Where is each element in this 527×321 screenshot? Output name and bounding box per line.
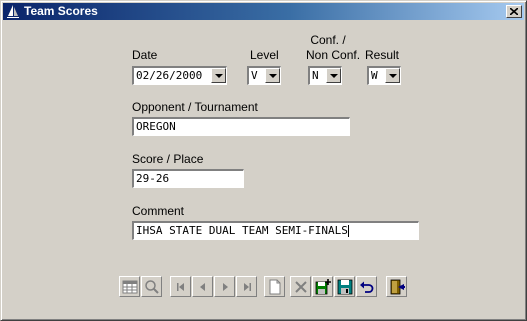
next-record-button[interactable] [214, 276, 235, 297]
result-label: Result [365, 48, 400, 62]
exit-icon [390, 279, 405, 295]
last-record-icon [244, 283, 251, 291]
comment-field[interactable]: IHSA STATE DUAL TEAM SEMI-FINALS [132, 221, 419, 240]
title-bar: Team Scores [3, 3, 524, 20]
level-dropdown-button[interactable] [265, 68, 280, 83]
prev-record-button[interactable] [192, 276, 213, 297]
sail-icon [7, 5, 19, 18]
search-icon [145, 280, 159, 294]
conf-label-line1: Conf. / [310, 33, 346, 47]
next-record-icon [223, 283, 228, 291]
close-icon [510, 8, 518, 15]
conf-dropdown-button[interactable] [326, 68, 341, 83]
search-button[interactable] [141, 276, 162, 297]
text-cursor [347, 225, 349, 237]
first-record-icon [177, 283, 184, 291]
save-icon [337, 279, 353, 295]
comment-value: IHSA STATE DUAL TEAM SEMI-FINALS [136, 224, 348, 237]
result-combo[interactable]: W [367, 66, 401, 85]
level-value: V [251, 69, 258, 82]
exit-button[interactable] [386, 276, 407, 297]
conf-value: N [312, 69, 319, 82]
add-record-icon [315, 279, 331, 295]
score-field[interactable]: 29-26 [132, 169, 244, 188]
opponent-field[interactable]: OREGON [132, 117, 350, 136]
score-label: Score / Place [132, 152, 204, 166]
level-combo[interactable]: V [247, 66, 281, 85]
new-record-button[interactable] [264, 276, 285, 297]
window-title: Team Scores [24, 4, 98, 18]
table-view-icon [122, 280, 138, 294]
close-button[interactable] [506, 5, 522, 18]
date-label: Date [132, 48, 158, 62]
conf-combo[interactable]: N [308, 66, 342, 85]
conf-label-line2: Non Conf. [306, 48, 361, 62]
date-value: 02/26/2000 [136, 69, 203, 82]
result-dropdown-button[interactable] [385, 68, 400, 83]
date-combo[interactable]: 02/26/2000 [132, 66, 227, 85]
prev-record-icon [200, 283, 205, 291]
team-scores-window: Team Scores Date Level Conf. / Non Conf.… [0, 0, 527, 321]
result-value: W [371, 69, 378, 82]
delete-icon [295, 281, 307, 293]
opponent-label: Opponent / Tournament [132, 100, 258, 114]
save-button[interactable] [334, 276, 355, 297]
new-record-icon [269, 279, 281, 295]
undo-button[interactable] [356, 276, 377, 297]
score-value: 29-26 [136, 172, 170, 185]
undo-icon [360, 281, 374, 293]
opponent-value: OREGON [136, 120, 176, 133]
first-record-button[interactable] [170, 276, 191, 297]
date-dropdown-button[interactable] [211, 68, 226, 83]
delete-button[interactable] [290, 276, 311, 297]
last-record-button[interactable] [236, 276, 257, 297]
level-label: Level [250, 48, 279, 62]
comment-label: Comment [132, 204, 185, 218]
table-view-button[interactable] [119, 276, 140, 297]
add-record-button[interactable] [312, 276, 333, 297]
